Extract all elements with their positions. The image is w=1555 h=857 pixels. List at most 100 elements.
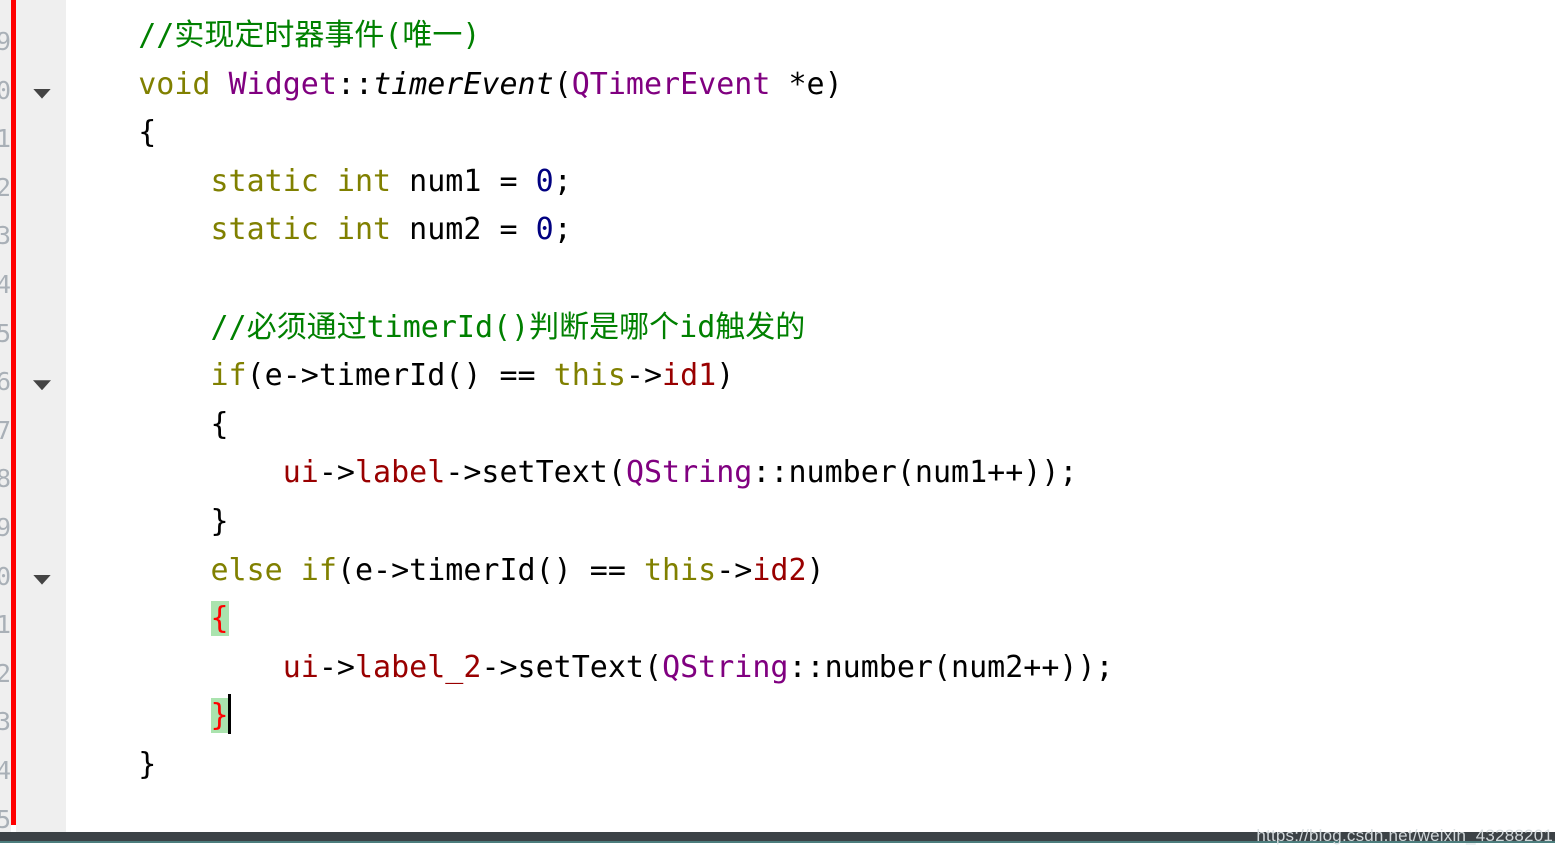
code-token-plain: ) — [716, 358, 735, 394]
code-line[interactable]: } — [66, 498, 229, 547]
code-token-member: id2 — [752, 552, 807, 588]
code-token-plain: num2 = — [391, 212, 536, 248]
code-line[interactable]: void Widget::timerEvent(QTimerEvent *e) — [66, 61, 843, 110]
code-token-plain: ->setText( — [481, 649, 663, 685]
chevron-down-icon[interactable] — [33, 88, 51, 99]
code-token-plain: -> — [318, 455, 355, 491]
line-number: 1 — [0, 610, 11, 640]
chevron-down-icon[interactable] — [33, 380, 51, 391]
line-number: 9 — [0, 27, 11, 56]
code-token-type: QString — [625, 455, 753, 491]
line-number-gutter: 9 0 1 2 3 4 5 6 7 8 9 0 1 2 3 4 5 — [0, 0, 11, 832]
code-token-keyword: this — [553, 358, 626, 394]
code-token-keyword: this — [643, 552, 717, 588]
line-number: 1 — [0, 124, 11, 154]
line-number: 7 — [0, 415, 11, 445]
code-token-member: id1 — [662, 358, 717, 394]
line-number: 6 — [0, 367, 11, 397]
line-number: 0 — [0, 75, 11, 105]
code-line[interactable]: { — [66, 109, 156, 158]
code-token-brace-match: } — [210, 698, 229, 734]
code-token-number: 0 — [535, 212, 554, 248]
code-token-plain: ; — [553, 163, 572, 199]
code-token-comment: //必须通过timerId()判断是哪个id触发的 — [210, 309, 806, 345]
code-token-type: Widget — [228, 66, 337, 102]
line-number: 2 — [0, 658, 11, 688]
code-token-plain: ; — [553, 212, 572, 248]
code-line[interactable]: static int num1 = 0; — [66, 158, 572, 207]
code-token-member: label — [355, 455, 446, 491]
code-folding-gutter[interactable] — [16, 0, 66, 832]
code-token-func: timerEvent — [373, 66, 554, 102]
code-token-member: ui — [282, 649, 319, 685]
code-token-plain: ( — [553, 66, 572, 102]
code-token-plain: { — [66, 406, 229, 442]
line-number: 9 — [0, 513, 11, 542]
line-number: 4 — [0, 270, 11, 299]
code-line[interactable]: if(e->timerId() == this->id1) — [66, 352, 735, 401]
code-token-plain: :: — [336, 66, 374, 102]
code-line[interactable]: //必须通过timerId()判断是哪个id触发的 — [66, 304, 806, 353]
code-text-area[interactable]: //实现定时器事件(唯一) void Widget::timerEvent(QT… — [66, 0, 1555, 832]
code-token-keyword: static int — [210, 163, 392, 199]
code-token-plain: -> — [716, 552, 753, 588]
code-line[interactable]: ui->label->setText(QString::number(num1+… — [66, 449, 1078, 498]
code-token-plain: } — [66, 504, 229, 539]
code-line[interactable]: static int num2 = 0; — [66, 206, 572, 255]
code-token-keyword: void — [138, 66, 211, 102]
line-number: 8 — [0, 464, 11, 494]
code-token-plain: { — [66, 115, 157, 151]
watermark-text: https://blog.csdn.net/weixin_43288201 — [1256, 826, 1553, 845]
code-token-keyword: if — [210, 358, 247, 394]
code-token-number: 0 — [535, 163, 554, 199]
code-line[interactable]: { — [66, 401, 229, 450]
code-token-plain: num1 = — [391, 163, 536, 199]
line-number: 3 — [0, 221, 11, 251]
line-number: 3 — [0, 707, 11, 737]
code-token-comment: //实现定时器事件(唯一) — [138, 18, 481, 53]
line-number: 4 — [0, 756, 11, 785]
code-line[interactable]: else if(e->timerId() == this->id2) — [66, 547, 825, 596]
line-number: 0 — [0, 561, 11, 591]
code-token-member: ui — [282, 455, 319, 491]
code-line[interactable]: { — [66, 595, 229, 644]
code-token-type: QString — [662, 649, 789, 685]
code-line[interactable]: } — [66, 741, 156, 790]
code-token-keyword: static int — [210, 212, 392, 248]
code-token-keyword: else if — [210, 552, 337, 588]
code-token-plain: *e) — [770, 66, 843, 102]
code-line[interactable]: //实现定时器事件(唯一) — [66, 12, 481, 61]
code-token-member: label_2 — [355, 649, 482, 685]
code-token-type: QTimerEvent — [571, 66, 771, 102]
code-line[interactable]: ui->label_2->setText(QString::number(num… — [66, 644, 1114, 693]
code-token-plain: ::number(num2++)); — [788, 649, 1114, 685]
line-number: 5 — [0, 318, 11, 348]
code-token-plain: ) — [806, 552, 825, 588]
code-token-plain: -> — [625, 358, 663, 394]
code-token-plain: -> — [318, 649, 355, 685]
code-editor[interactable]: 9 0 1 2 3 4 5 6 7 8 9 0 1 2 3 4 5 //实现定时器事件(唯一) void Wid… — [0, 0, 1555, 857]
code-token-brace-match: { — [210, 601, 229, 637]
line-number: 2 — [0, 172, 11, 202]
text-cursor — [227, 694, 231, 735]
line-number: 5 — [0, 804, 11, 832]
code-line[interactable]: } — [66, 692, 231, 741]
code-token-plain: } — [66, 747, 157, 782]
code-token-plain: ->setText( — [445, 455, 626, 491]
code-token-plain: ::number(num1++)); — [752, 455, 1078, 491]
chevron-down-icon[interactable] — [33, 574, 51, 585]
code-token-plain: (e->timerId() == — [336, 552, 644, 588]
code-token-plain: (e->timerId() == — [246, 358, 554, 394]
